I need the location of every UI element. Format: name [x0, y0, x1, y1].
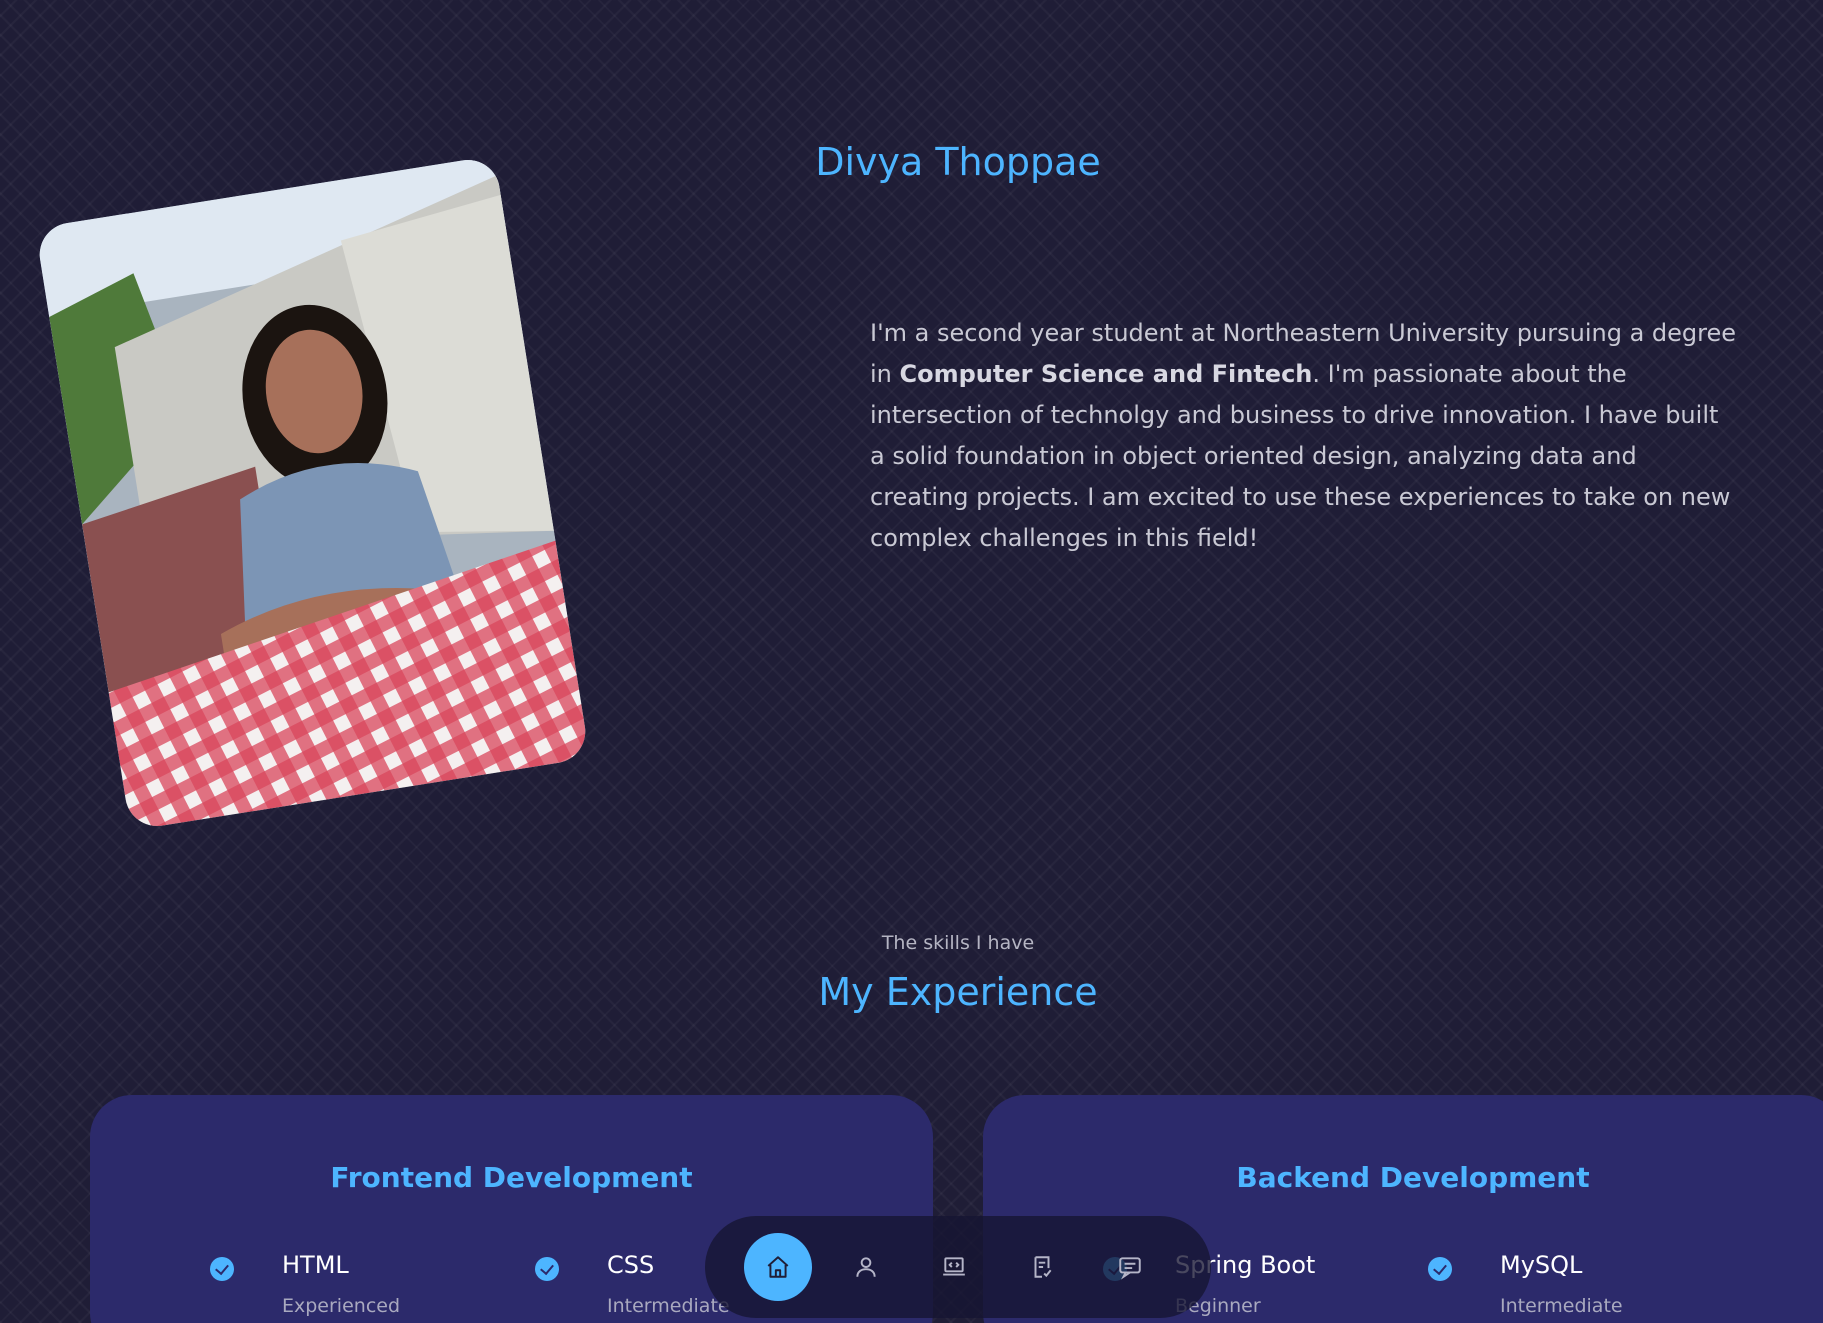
skill-name: HTML: [282, 1251, 349, 1279]
skill-name: CSS: [607, 1251, 655, 1279]
verified-check-icon: [1428, 1257, 1452, 1281]
laptop-code-icon: [943, 1257, 965, 1276]
profile-photo-frame: [35, 155, 590, 831]
skill-name: MySQL: [1500, 1251, 1583, 1279]
nav-experience[interactable]: [920, 1233, 988, 1301]
backend-card-title: Backend Development: [1236, 1161, 1590, 1194]
nav-contact[interactable]: [1096, 1233, 1164, 1301]
experience-subtitle: The skills I have: [881, 932, 1035, 954]
nav-projects[interactable]: [1008, 1233, 1076, 1301]
message-icon: [1119, 1257, 1141, 1280]
nav-about[interactable]: [832, 1233, 900, 1301]
experience-title: My Experience: [818, 970, 1098, 1014]
skill-level: Experienced: [282, 1295, 401, 1317]
home-icon: [767, 1256, 789, 1278]
document-check-icon: [1034, 1256, 1052, 1278]
about-degree: Computer Science and Fintech: [899, 360, 1313, 388]
about-text: I'm a second year student at Northeaster…: [870, 313, 1740, 559]
verified-check-icon: [535, 1257, 559, 1281]
about-text-rest: . I'm passionate about the intersection …: [870, 360, 1731, 552]
bottom-nav: [705, 1216, 1211, 1318]
skill-level: Intermediate: [1500, 1295, 1623, 1317]
verified-check-icon: [210, 1257, 234, 1281]
user-icon: [856, 1257, 876, 1277]
nav-home[interactable]: [744, 1233, 812, 1301]
frontend-card-title: Frontend Development: [330, 1161, 693, 1194]
skill-level: Intermediate: [607, 1295, 730, 1317]
profile-photo: [35, 155, 590, 831]
